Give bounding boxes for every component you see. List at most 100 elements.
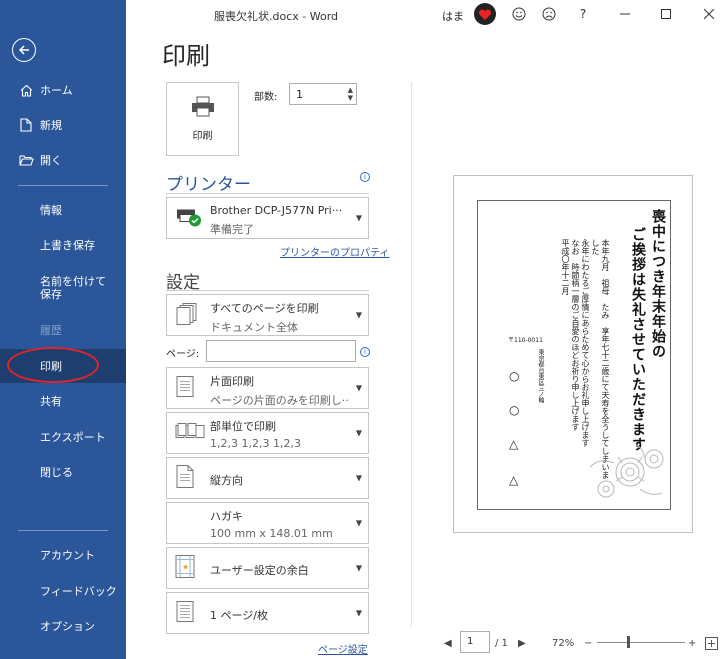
chevron-down-icon: ▼ [355, 473, 362, 483]
zoom-slider-thumb[interactable] [627, 636, 630, 648]
preview-mark: △ [509, 473, 519, 487]
spin-arrows-icon[interactable]: ▲ ▼ [348, 86, 353, 102]
page-title: 印刷 [162, 42, 210, 70]
print-range-dropdown[interactable]: すべてのページを印刷 ドキュメント全体 ▼ [166, 294, 369, 336]
sidebar-item-open[interactable]: 開く [0, 143, 126, 177]
user-name[interactable]: はま [442, 8, 464, 24]
home-icon [18, 84, 34, 97]
margins-icon: ★ [175, 555, 195, 582]
sidebar-item-home[interactable]: ホーム [0, 73, 126, 107]
zoom-in-button[interactable]: + [688, 631, 696, 655]
section-divider [166, 193, 369, 194]
sidebar-item-feedback[interactable]: フィードバック [0, 574, 126, 608]
minimize-icon[interactable] [616, 5, 634, 23]
print-button-label: 印刷 [192, 131, 213, 142]
zoom-slider[interactable] [597, 642, 685, 643]
preview-body-line: なお 時節柄一層のご自愛のほどお祈り申し上げます [571, 239, 580, 431]
back-arrow-icon[interactable] [12, 38, 36, 62]
paper-size-dropdown[interactable]: ハガキ 100 mm x 148.01 mm ▼ [166, 502, 369, 544]
collate-label: 部単位で印刷 [210, 420, 276, 433]
sidebar-item-close[interactable]: 閉じる [0, 455, 126, 489]
preview-body-line: 平成〇年十二月 [561, 239, 570, 295]
smile-icon[interactable] [510, 5, 528, 23]
zoom-to-page-icon[interactable] [705, 631, 718, 655]
sidebar-item-label: ホーム [40, 83, 73, 97]
total-pages: / 1 [495, 637, 508, 649]
backstage-sidebar: ホーム 新規 開く 情報 上書き保存 名前を付けて保存 履歴 印刷 共有 エクス… [0, 0, 126, 659]
printer-properties-link[interactable]: プリンターのプロパティ [280, 244, 389, 259]
sidebar-item-label: 共有 [40, 394, 62, 408]
collate-desc: 1,2,3 1,2,3 1,2,3 [210, 437, 301, 450]
sidebar-item-info[interactable]: 情報 [0, 193, 126, 227]
page-number-input[interactable]: 1 [460, 631, 490, 653]
copies-value: 1 [296, 88, 303, 101]
section-divider [166, 290, 369, 291]
margins-dropdown[interactable]: ★ ユーザー設定の余白 ▼ [166, 547, 369, 589]
preview-mark: ○ [509, 403, 520, 417]
printer-name: Brother DCP-J577N Pri··· [210, 204, 343, 217]
printer-dropdown[interactable]: Brother DCP-J577N Pri··· 準備完了 ▼ [166, 197, 369, 239]
chevron-down-icon: ▼ [355, 518, 362, 528]
printer-ready-icon [175, 206, 203, 231]
next-page-icon[interactable]: ▶ [518, 631, 526, 655]
preview-mark: ○ [509, 369, 520, 383]
copies-stepper[interactable]: 1 ▲ ▼ [289, 83, 357, 105]
pages-stack-icon [175, 302, 199, 329]
sidebar-item-options[interactable]: オプション [0, 609, 126, 643]
help-button[interactable]: ? [574, 5, 592, 23]
zoom-out-button[interactable]: − [584, 631, 592, 655]
one-sided-icon [175, 375, 197, 402]
frown-icon[interactable] [540, 5, 558, 23]
sides-label: 片面印刷 [210, 375, 254, 388]
avatar[interactable] [474, 3, 496, 25]
sides-desc: ページの片面のみを印刷し··· [210, 394, 350, 407]
sidebar-item-share[interactable]: 共有 [0, 384, 126, 418]
preview-body-line: 永年にわたるご厚情にあらためて心からお礼申し上げます [581, 239, 590, 447]
sidebar-item-label: 新規 [40, 118, 62, 132]
chevron-down-icon: ▼ [355, 310, 362, 320]
sidebar-item-save[interactable]: 上書き保存 [0, 228, 126, 262]
pages-label: ページ: [166, 349, 200, 360]
portrait-icon [175, 465, 195, 492]
postcard-frame: 喪中につき年末年始の ご挨拶は失礼させていただきます 本年九月 祖母 たみ 享年… [477, 200, 671, 510]
print-preview-page: 喪中につき年末年始の ご挨拶は失礼させていただきます 本年九月 祖母 たみ 享年… [453, 175, 693, 533]
prev-page-icon[interactable]: ◀ [444, 631, 452, 655]
zoom-level: 72% [552, 637, 575, 649]
print-button[interactable]: 印刷 [166, 82, 239, 156]
window-title: 服喪欠礼状.docx - Word [214, 10, 339, 23]
sidebar-item-account[interactable]: アカウント [0, 538, 126, 572]
sidebar-item-export[interactable]: エクスポート [0, 420, 126, 454]
preview-address: 東京都台東区三ノ輪 [537, 349, 544, 403]
print-range-label: すべてのページを印刷 [210, 302, 319, 315]
chevron-down-icon: ▼ [355, 428, 362, 438]
svg-text:★: ★ [182, 563, 189, 572]
info-icon[interactable]: i [360, 347, 370, 357]
page-per-sheet-icon [175, 600, 197, 627]
pages-per-sheet-dropdown[interactable]: 1 ページ/枚 ▼ [166, 592, 369, 634]
paper-size-desc: 100 mm x 148.01 mm [210, 527, 333, 540]
close-icon[interactable] [700, 5, 718, 23]
pages-input[interactable] [206, 340, 356, 362]
sidebar-item-label: 履歴 [40, 323, 62, 337]
sides-dropdown[interactable]: 片面印刷 ページの片面のみを印刷し··· ▼ [166, 367, 369, 409]
chevron-down-icon: ▼ [355, 563, 362, 573]
preview-postal-code: 〒110-0011 [508, 337, 543, 344]
panel-divider [411, 82, 412, 627]
maximize-icon[interactable] [657, 5, 675, 23]
sidebar-item-label: 閉じる [40, 465, 73, 479]
preview-heading-1: 喪中につき年末年始の [650, 209, 666, 359]
collate-icon [175, 422, 205, 445]
collate-dropdown[interactable]: 部単位で印刷 1,2,3 1,2,3 1,2,3 ▼ [166, 412, 369, 454]
paper-size-label: ハガキ [210, 510, 243, 523]
page-setup-link[interactable]: ページ設定 [318, 641, 368, 656]
pages-per-sheet-label: 1 ページ/枚 [210, 609, 268, 622]
orientation-dropdown[interactable]: 縦方向 ▼ [166, 457, 369, 499]
sidebar-item-new[interactable]: 新規 [0, 108, 126, 142]
printer-section-title: プリンター [166, 175, 251, 195]
printer-status: 準備完了 [210, 223, 254, 236]
sidebar-item-label: エクスポート [40, 430, 106, 444]
sidebar-item-history: 履歴 [0, 313, 126, 347]
margins-label: ユーザー設定の余白 [210, 564, 309, 577]
info-icon[interactable]: i [360, 172, 370, 182]
sidebar-item-save-as[interactable]: 名前を付けて保存 [0, 270, 126, 306]
